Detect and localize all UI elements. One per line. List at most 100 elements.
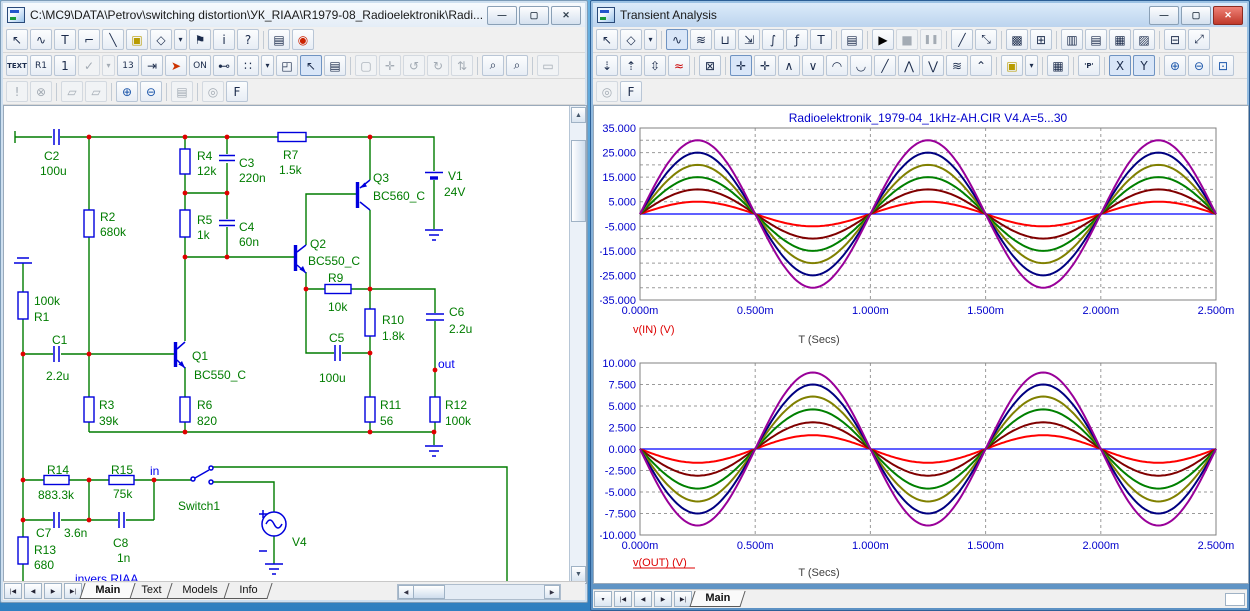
scroll-grip[interactable] [1225,593,1245,606]
transient-plots[interactable]: 35.00025.00015.0005.000-5.000-15.000-25.… [600,106,1240,583]
component-c2[interactable] [54,129,59,145]
text-tool-icon[interactable]: T [54,29,76,50]
component-r1[interactable] [18,292,28,319]
properties-button[interactable]: ▤ [324,55,346,76]
p-key-button[interactable]: 'P' [1078,55,1100,76]
cursor-down-button[interactable]: ⇣ [596,55,618,76]
trace-legend[interactable]: v(IN) (V) [633,324,675,336]
node-label-out[interactable]: out [438,357,455,371]
shape-tool-dropdown[interactable]: ▾ [644,29,657,50]
stacked-plot-button[interactable]: ≋ [690,29,712,50]
component-r13[interactable] [18,537,28,564]
grid-vertical-button[interactable]: ▥ [1061,29,1083,50]
prev-sheet-button[interactable]: ◀ [24,583,42,599]
top-envelope-button[interactable]: ⋀ [898,55,920,76]
all-traces-button[interactable]: ≋ [946,55,968,76]
minimize-button[interactable]: — [487,6,517,25]
wire-endpoint-button[interactable]: ⊷ [213,55,235,76]
smooth-curve-button[interactable]: ≈ [668,55,690,76]
numeric-table-button[interactable]: ▦ [1047,55,1069,76]
schematic-drawing[interactable]: C2 100u R2 680k R4 12k C3 220n R5 1k C4 … [4,106,570,583]
wire-tool-icon[interactable]: ∿ [30,29,52,50]
split-plots-button[interactable]: ⊟ [1164,29,1186,50]
clipboard-page-button[interactable]: ▤ [268,29,290,50]
pattern-select-button[interactable]: ▩ [1006,29,1028,50]
component-r5[interactable] [180,210,190,237]
slope-button[interactable]: ╱ [874,55,896,76]
polyline-tool-icon[interactable]: ⤡ [975,29,997,50]
component-r6[interactable] [180,397,190,422]
tab-main[interactable]: Main [79,583,135,599]
pattern-grid-button[interactable]: ⊞ [1030,29,1052,50]
component-switch1[interactable] [191,466,213,484]
flag-tool-icon[interactable]: ⚑ [189,29,211,50]
shape-tool-icon[interactable]: ◇ [620,29,642,50]
component-r11[interactable] [365,397,375,422]
schematic-canvas[interactable]: C2 100u R2 680k R4 12k C3 220n R5 1k C4 … [3,105,587,584]
find-button[interactable]: ⌕ [506,55,528,76]
hold-plot-button[interactable]: ⊔ [714,29,736,50]
run-button[interactable]: ▶ [872,29,894,50]
component-box-tool-icon[interactable]: ▣ [126,29,148,50]
x-scale-button[interactable]: X [1109,55,1131,76]
plot-list-dropdown[interactable]: ▾ [594,591,612,607]
component-c7[interactable] [54,512,59,528]
page-border-button[interactable]: ◰ [276,55,298,76]
zoom-in-button[interactable]: ⊕ [1164,55,1186,76]
y-scale-button[interactable]: Y [1133,55,1155,76]
component-v4[interactable] [259,510,286,551]
component-q2[interactable] [294,245,306,273]
component-c1[interactable] [54,346,59,362]
component-c8[interactable] [119,512,124,528]
component-r12[interactable] [430,397,440,422]
select-tool-icon[interactable]: ↖ [6,29,28,50]
scroll-up-button[interactable]: ▲ [571,107,586,123]
peak-button[interactable]: ∧ [778,55,800,76]
function-button[interactable]: ƒ [786,29,808,50]
high-button[interactable]: ◠ [826,55,848,76]
schematic-titlebar[interactable]: C:\MC9\DATA\Petrov\switching distortion\… [3,3,585,27]
tag-dropdown[interactable]: ▾ [1025,55,1038,76]
component-r7[interactable] [278,133,306,142]
node-numbers-button[interactable]: 1 [54,55,76,76]
component-r9[interactable] [325,285,351,294]
grid-horizontal-button[interactable]: ▤ [1085,29,1107,50]
component-r3[interactable] [84,397,94,422]
zoom-out-button[interactable]: ⊖ [140,81,162,102]
analysis-titlebar[interactable]: Transient Analysis — ▢ ✕ [593,3,1247,27]
scale-format-button[interactable]: ⇲ [738,29,760,50]
current-direction-button[interactable]: ➤ [165,55,187,76]
cursor-up-button[interactable]: ⇡ [620,55,642,76]
slope-tool-button[interactable]: ⤢ [1188,29,1210,50]
shape-tool-icon[interactable]: ◇ [150,29,172,50]
vertical-scrollbar[interactable]: ▲ ▼ [569,106,586,583]
maximize-button[interactable]: ▢ [1181,6,1211,25]
component-c3[interactable] [219,156,235,161]
step-plot-button[interactable]: ∫ [762,29,784,50]
component-r2[interactable] [84,210,94,237]
component-q3[interactable] [356,180,370,210]
xy-axes-button[interactable]: ⊠ [699,55,721,76]
minimize-button[interactable]: — [1149,6,1179,25]
line-tool-icon[interactable]: ╱ [951,29,973,50]
info-tool-icon[interactable]: i [213,29,235,50]
schematic-wires[interactable] [15,131,507,583]
grid-dropdown[interactable]: ▾ [261,55,274,76]
data-point-button[interactable]: ✛ [730,55,752,76]
text-stepping-button[interactable]: TEXT [6,55,28,76]
tag-button[interactable]: ▣ [1001,55,1023,76]
component-r10[interactable] [365,309,375,336]
grid-button[interactable]: ∷ [237,55,259,76]
pin-connections-button[interactable]: ⇥ [141,55,163,76]
close-button[interactable]: ✕ [551,6,581,25]
next-sheet-button[interactable]: ▶ [44,583,62,599]
scroll-left-button[interactable]: ◀ [398,585,414,599]
font-button[interactable]: F [226,81,248,102]
attribute-text-button[interactable]: R1 [30,55,52,76]
probe-cursor-button[interactable]: ↖ [300,55,322,76]
scroll-right-button[interactable]: ▶ [544,585,560,599]
trace-legend[interactable]: v(OUT) (V) [633,557,687,569]
maximize-button[interactable]: ▢ [519,6,549,25]
tab-main[interactable]: Main [689,591,745,607]
analysis-plot-button[interactable]: ∿ [666,29,688,50]
